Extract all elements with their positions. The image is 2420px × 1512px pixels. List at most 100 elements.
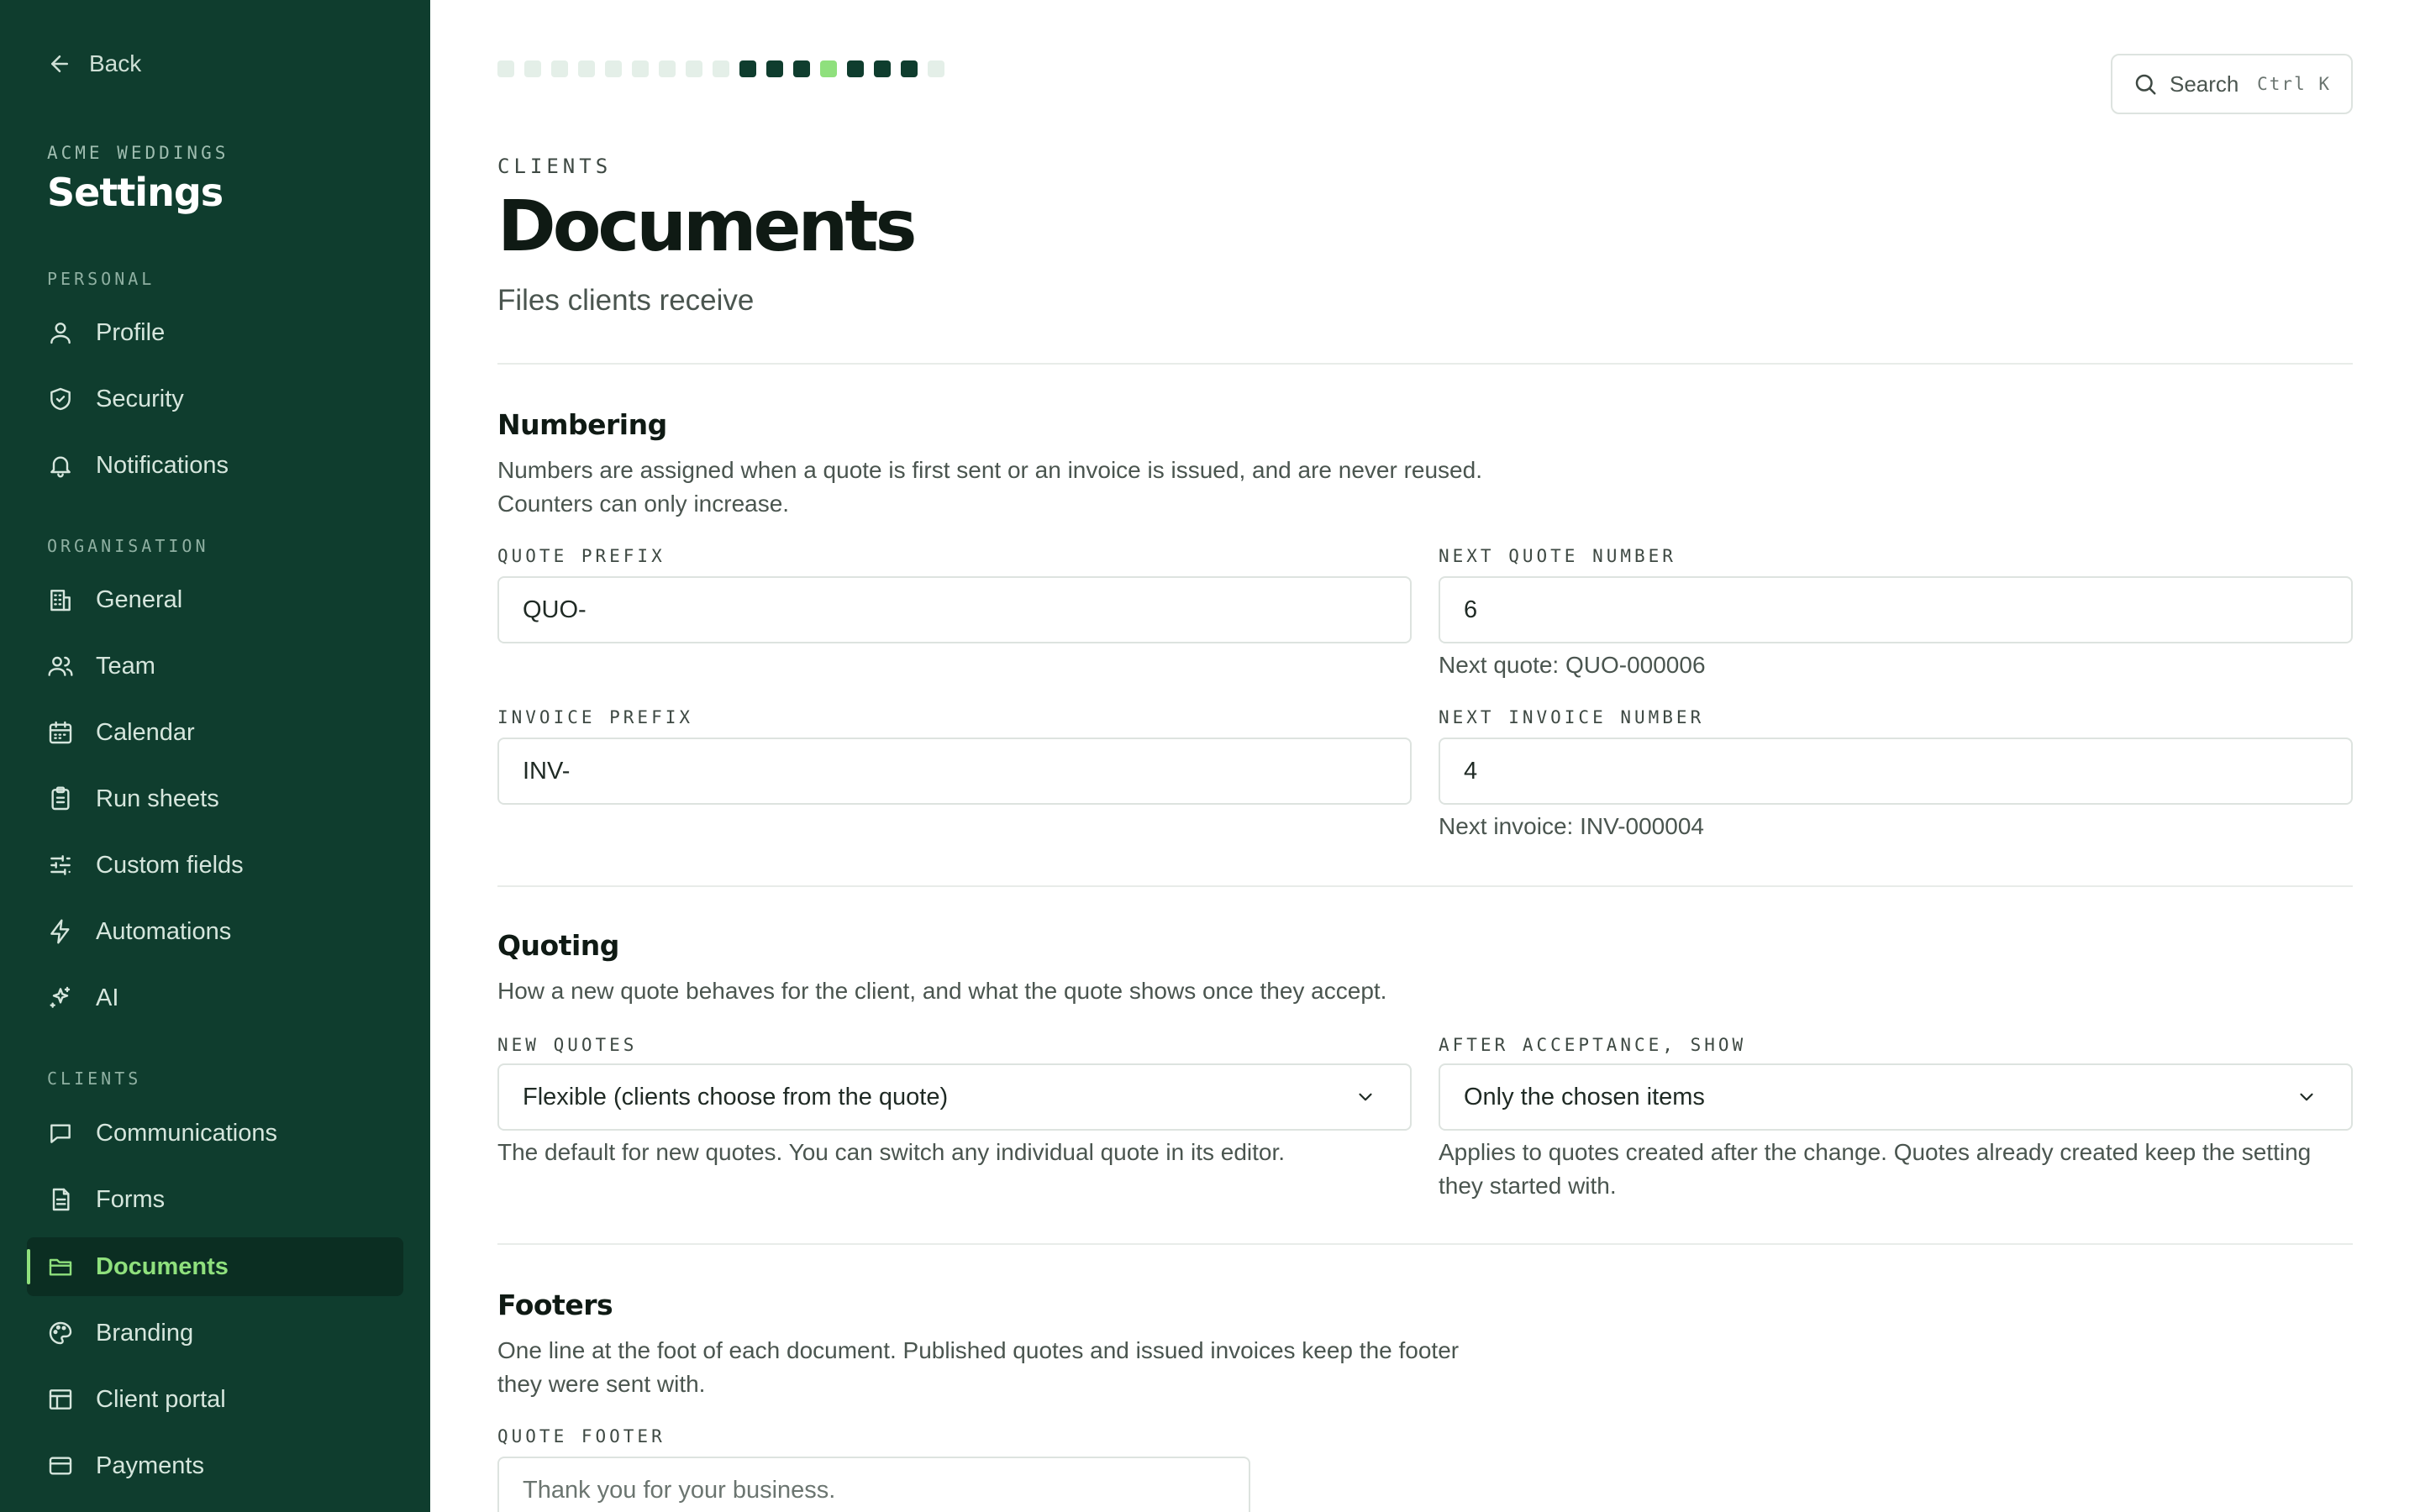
footers-section-description: One line at the foot of each document. P… (497, 1337, 1460, 1397)
invoice-prefix-input[interactable]: INV- (497, 738, 1412, 805)
search-label: Search (2170, 71, 2239, 97)
progress-step (766, 60, 783, 77)
page-title: Documents (497, 185, 917, 267)
section-label-personal: PERSONAL (47, 269, 155, 289)
settings-sidebar: Back ACME WEDDINGS Settings PERSONAL Pro… (0, 0, 430, 1512)
page-subtitle: Files clients receive (497, 284, 755, 317)
back-button[interactable]: Back (47, 50, 141, 77)
message-icon (50, 1124, 71, 1143)
organisation-name: ACME WEDDINGS (47, 143, 229, 163)
numbering-section-title: Numbering (497, 408, 667, 441)
sidebar-item-label: Profile (96, 318, 166, 346)
after-acceptance-label: AFTER ACCEPTANCE, SHOW (1439, 1035, 1747, 1055)
palette-icon (49, 1321, 72, 1345)
new-quotes-select[interactable]: Flexible (clients choose from the quote) (497, 1063, 1412, 1131)
sidebar-item-label: AI (96, 984, 119, 1011)
next-quote-hint: Next quote: QUO-000006 (1439, 652, 1706, 678)
section-label-clients: CLIENTS (47, 1068, 142, 1089)
quote-footer-input[interactable]: Thank you for your business. (497, 1457, 1250, 1512)
search-button[interactable]: Search Ctrl K (2111, 54, 2353, 114)
section-label-organisation: ORGANISATION (47, 536, 209, 556)
next-invoice-number-input[interactable]: 4 (1439, 738, 2353, 805)
sidebar-item-label: Team (96, 652, 155, 680)
sidebar-item-run-sheets[interactable]: Run sheets (27, 769, 403, 828)
search-icon (2135, 74, 2156, 95)
progress-step (928, 60, 944, 77)
sliders-icon (50, 855, 71, 875)
progress-step (605, 60, 622, 77)
sidebar-item-label: Documents (96, 1252, 229, 1280)
numbering-section-description: Numbers are assigned when a quote is fir… (497, 457, 1482, 517)
progress-step (820, 60, 837, 77)
page-eyebrow: CLIENTS (497, 155, 613, 178)
folder-icon (49, 1258, 72, 1276)
sidebar-title: Settings (47, 170, 224, 215)
new-quotes-selected-value: Flexible (clients choose from the quote) (523, 1083, 949, 1110)
quote-footer-label: QUOTE FOOTER (497, 1426, 666, 1446)
next-invoice-hint: Next invoice: INV-000004 (1439, 813, 1704, 839)
sidebar-item-profile[interactable]: Profile (27, 303, 403, 362)
progress-step (659, 60, 676, 77)
progress-step (739, 60, 756, 77)
sidebar-item-custom-fields[interactable]: Custom fields (27, 836, 403, 895)
credit-card-icon (49, 1457, 72, 1475)
invoice-prefix-label: INVOICE PREFIX (497, 707, 694, 727)
sidebar-item-general[interactable]: General (27, 570, 403, 629)
progress-step (713, 60, 729, 77)
sparkles-icon (50, 986, 71, 1008)
progress-step (874, 60, 891, 77)
users-icon (48, 656, 73, 676)
divider (497, 363, 2353, 365)
quote-prefix-input[interactable]: QUO- (497, 576, 1412, 643)
user-icon (50, 323, 71, 344)
after-acceptance-selected-value: Only the chosen items (1464, 1083, 1705, 1110)
sidebar-item-calendar[interactable]: Calendar (27, 703, 403, 762)
form-icon (52, 1188, 70, 1211)
setup-progress-indicator (497, 60, 944, 77)
divider (497, 1243, 2353, 1245)
sidebar-item-forms[interactable]: Forms (27, 1170, 403, 1229)
quoting-section-title: Quoting (497, 929, 619, 962)
sidebar-item-security[interactable]: Security (27, 370, 403, 428)
sidebar-item-label: Automations (96, 917, 232, 945)
sidebar-item-documents[interactable]: Documents (27, 1237, 403, 1296)
sidebar-item-client-portal[interactable]: Client portal (27, 1370, 403, 1429)
sidebar-item-label: Custom fields (96, 851, 244, 879)
sidebar-item-label: Branding (96, 1319, 194, 1347)
progress-step (497, 60, 514, 77)
footers-section-title: Footers (497, 1289, 613, 1321)
back-label: Back (89, 50, 142, 76)
sidebar-item-label: Client portal (96, 1385, 226, 1413)
new-quotes-label: NEW QUOTES (497, 1035, 638, 1055)
sidebar-item-label: Forms (96, 1185, 166, 1213)
shield-icon (50, 387, 71, 411)
calendar-icon (49, 721, 72, 744)
quote-prefix-label: QUOTE PREFIX (497, 546, 666, 566)
progress-step (686, 60, 702, 77)
sidebar-item-label: Security (96, 385, 184, 412)
quoting-section-description: How a new quote behaves for the client, … (497, 978, 1387, 1004)
sidebar-item-team[interactable]: Team (27, 637, 403, 696)
next-quote-number-input[interactable]: 6 (1439, 576, 2353, 643)
after-acceptance-hint: Applies to quotes created after the chan… (1439, 1139, 2312, 1199)
sidebar-item-label: Communications (96, 1119, 277, 1147)
clipboard-icon (51, 786, 70, 811)
sidebar-item-branding[interactable]: Branding (27, 1304, 403, 1362)
sidebar-item-ai[interactable]: AI (27, 969, 403, 1027)
progress-step (847, 60, 864, 77)
sidebar-item-communications[interactable]: Communications (27, 1104, 403, 1163)
sidebar-item-notifications[interactable]: Notifications (27, 436, 403, 495)
sidebar-item-automations[interactable]: Automations (27, 902, 403, 961)
progress-step (578, 60, 595, 77)
sidebar-item-label: Run sheets (96, 785, 219, 812)
sidebar-item-payments[interactable]: Payments (27, 1436, 403, 1495)
progress-step (632, 60, 649, 77)
bell-icon (50, 456, 71, 478)
chevron-down-icon (2300, 1093, 2313, 1101)
after-acceptance-select[interactable]: Only the chosen items (1439, 1063, 2353, 1131)
progress-step (551, 60, 568, 77)
lightning-icon (50, 919, 70, 944)
layout-icon (49, 1389, 72, 1410)
building-icon (50, 590, 71, 612)
sidebar-item-label: Payments (96, 1452, 204, 1479)
